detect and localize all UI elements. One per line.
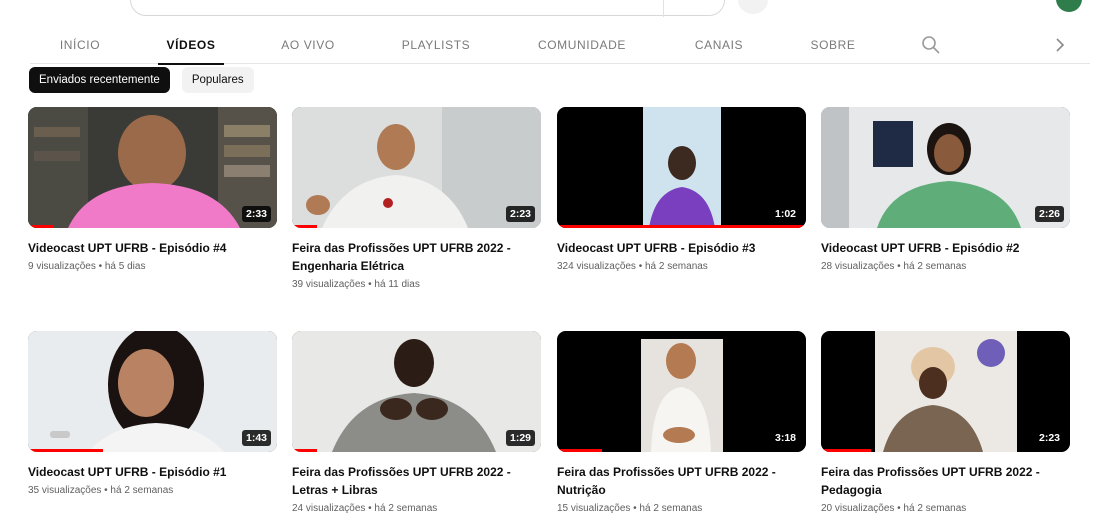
video-thumbnail[interactable]: 1:02 bbox=[557, 107, 806, 228]
video-meta: 324 visualizações • há 2 semanas bbox=[557, 261, 708, 272]
tab-canais[interactable]: CANAIS bbox=[690, 26, 748, 64]
video-title[interactable]: Videocast UPT UFRB - Episódio #2 bbox=[821, 239, 1061, 257]
duration-badge: 3:18 bbox=[770, 430, 800, 446]
video-card[interactable]: 2:26 Videocast UPT UFRB - Episódio #2 28… bbox=[821, 107, 1070, 272]
video-thumbnail[interactable]: 2:26 bbox=[821, 107, 1070, 228]
video-meta: 9 visualizações • há 5 dias bbox=[28, 261, 146, 272]
tab-comunidade[interactable]: COMUNIDADE bbox=[530, 26, 634, 64]
watch-progress bbox=[557, 225, 806, 228]
duration-badge: 2:26 bbox=[1034, 206, 1064, 222]
watch-progress bbox=[292, 225, 317, 228]
video-title[interactable]: Feira das Profissões UPT UFRB 2022 - Ped… bbox=[821, 463, 1061, 499]
video-card[interactable]: 2:23 Feira das Profissões UPT UFRB 2022 … bbox=[821, 331, 1070, 514]
video-meta: 28 visualizações • há 2 semanas bbox=[821, 261, 967, 272]
tab-sobre[interactable]: SOBRE bbox=[806, 26, 860, 64]
video-title[interactable]: Feira das Profissões UPT UFRB 2022 - Eng… bbox=[292, 239, 532, 275]
tab-videos[interactable]: VÍDEOS bbox=[158, 26, 224, 65]
video-title[interactable]: Videocast UPT UFRB - Episódio #3 bbox=[557, 239, 797, 257]
video-meta: 15 visualizações • há 2 semanas bbox=[557, 503, 703, 514]
video-title[interactable]: Videocast UPT UFRB - Episódio #1 bbox=[28, 463, 268, 481]
duration-badge: 2:23 bbox=[1034, 430, 1064, 446]
duration-badge: 2:33 bbox=[241, 206, 271, 222]
video-card[interactable]: 3:18 Feira das Profissões UPT UFRB 2022 … bbox=[557, 331, 806, 514]
video-thumbnail[interactable]: 2:33 bbox=[28, 107, 277, 228]
watch-progress bbox=[821, 449, 871, 452]
chip-popular[interactable]: Populares bbox=[181, 67, 254, 93]
video-card[interactable]: 1:02 Videocast UPT UFRB - Episódio #3 32… bbox=[557, 107, 806, 272]
video-thumbnail[interactable]: 3:18 bbox=[557, 331, 806, 452]
watch-progress bbox=[557, 449, 602, 452]
video-meta: 20 visualizações • há 2 semanas bbox=[821, 503, 967, 514]
video-meta: 24 visualizações • há 2 semanas bbox=[292, 503, 438, 514]
video-thumbnail[interactable]: 2:23 bbox=[821, 331, 1070, 452]
watch-progress bbox=[28, 449, 103, 452]
mic-icon[interactable] bbox=[738, 0, 768, 14]
channel-tabs: INÍCIO VÍDEOS AO VIVO PLAYLISTS COMUNIDA… bbox=[30, 26, 1090, 65]
filter-chips: Enviados recentemente Populares bbox=[29, 67, 254, 93]
video-card[interactable]: 1:43 Videocast UPT UFRB - Episódio #1 35… bbox=[28, 331, 277, 496]
video-card[interactable]: 1:29 Feira das Profissões UPT UFRB 2022 … bbox=[292, 331, 541, 514]
watch-progress bbox=[292, 449, 317, 452]
video-meta: 35 visualizações • há 2 semanas bbox=[28, 485, 174, 496]
masthead bbox=[0, 0, 1102, 20]
video-meta: 39 visualizações • há 11 dias bbox=[292, 279, 420, 290]
duration-badge: 1:29 bbox=[505, 430, 535, 446]
chip-recent[interactable]: Enviados recentemente bbox=[29, 67, 170, 93]
search-icon[interactable] bbox=[920, 34, 942, 56]
video-card[interactable]: 2:33 Videocast UPT UFRB - Episódio #4 9 … bbox=[28, 107, 277, 272]
tab-playlists[interactable]: PLAYLISTS bbox=[394, 26, 478, 64]
duration-badge: 2:23 bbox=[505, 206, 535, 222]
duration-badge: 1:02 bbox=[770, 206, 800, 222]
video-thumbnail[interactable]: 1:29 bbox=[292, 331, 541, 452]
chevron-right-icon[interactable] bbox=[1050, 35, 1070, 55]
avatar[interactable] bbox=[1056, 0, 1082, 12]
watch-progress bbox=[28, 225, 53, 228]
search-bar[interactable] bbox=[130, 0, 725, 17]
video-title[interactable]: Feira das Profissões UPT UFRB 2022 - Nut… bbox=[557, 463, 797, 499]
tab-inicio[interactable]: INÍCIO bbox=[50, 26, 110, 64]
duration-badge: 1:43 bbox=[241, 430, 271, 446]
video-thumbnail[interactable]: 2:23 bbox=[292, 107, 541, 228]
video-title[interactable]: Videocast UPT UFRB - Episódio #4 bbox=[28, 239, 268, 257]
tab-ao-vivo[interactable]: AO VIVO bbox=[276, 26, 340, 64]
video-thumbnail[interactable]: 1:43 bbox=[28, 331, 277, 452]
video-card[interactable]: 2:23 Feira das Profissões UPT UFRB 2022 … bbox=[292, 107, 541, 290]
video-title[interactable]: Feira das Profissões UPT UFRB 2022 - Let… bbox=[292, 463, 532, 499]
